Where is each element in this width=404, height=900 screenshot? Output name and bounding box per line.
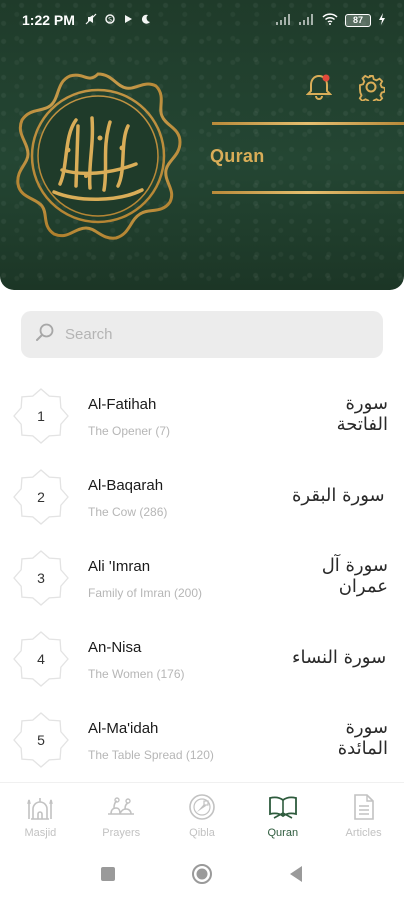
surah-row[interactable]: 4 An-Nisa The Women (176) سورة النساء xyxy=(0,623,404,704)
surah-name: Ali 'Imran xyxy=(88,558,151,575)
search-bar[interactable] xyxy=(21,311,383,358)
nav-item-prayers[interactable]: Prayers xyxy=(86,793,156,839)
gold-divider-bottom xyxy=(212,191,404,194)
settings-gear-icon[interactable] xyxy=(356,72,386,102)
signal-2-icon xyxy=(299,12,315,28)
surah-translation: The Cow (286) xyxy=(88,505,168,519)
page-title: Quran xyxy=(210,146,265,166)
surah-number-badge: 4 xyxy=(13,631,69,687)
play-icon xyxy=(123,14,133,27)
surah-number: 2 xyxy=(37,489,45,505)
header: 1:22 PM S 87 Quran xyxy=(0,0,404,290)
search-icon xyxy=(35,322,55,347)
back-icon[interactable] xyxy=(284,862,308,886)
surah-translation: Family of Imran (200) xyxy=(88,586,203,600)
nav-item-articles[interactable]: Articles xyxy=(329,793,399,839)
surah-row[interactable]: 5 Al-Ma'idah The Table Spread (120) سورة ال… xyxy=(0,704,404,785)
surah-number-badge: 5 xyxy=(13,712,69,768)
nav-label-quran: Quran xyxy=(267,827,299,839)
surah-number: 1 xyxy=(37,408,45,424)
quran-book-icon xyxy=(268,793,298,821)
surah-name: Al-Fatihah xyxy=(88,396,157,413)
surah-arabic-calligraphy: سورة آل عمران xyxy=(321,555,388,597)
surah-row[interactable]: 3 Ali 'Imran Family of Imran (200) سورة آل … xyxy=(0,542,404,623)
surah-name: An-Nisa xyxy=(88,639,142,656)
nav-label-masjid: Masjid xyxy=(24,827,57,839)
surah-list: 1 Al-Fatihah The Opener (7) سورة الفاتحة 2 Al… xyxy=(0,380,404,785)
moon-icon xyxy=(141,14,151,27)
surah-arabic-calligraphy: سورة البقرة xyxy=(292,484,385,506)
header-actions xyxy=(304,72,386,102)
prayer-icon xyxy=(106,793,136,821)
wifi-icon xyxy=(322,12,338,28)
surah-number-badge: 1 xyxy=(13,388,69,444)
nav-label-articles: Articles xyxy=(345,827,382,839)
system-nav xyxy=(0,848,404,900)
surah-number: 5 xyxy=(37,732,45,748)
nav-item-quran[interactable]: Quran xyxy=(248,793,318,839)
status-system-icons: 87 xyxy=(276,12,386,28)
status-time: 1:22 PM xyxy=(22,12,75,28)
svg-text:S: S xyxy=(108,16,112,23)
surah-row[interactable]: 2 Al-Baqarah The Cow (286) سورة البقرة xyxy=(0,461,404,542)
surah-arabic-calligraphy: سورة النساء xyxy=(292,646,387,668)
status-bar: 1:22 PM S 87 xyxy=(0,0,404,40)
status-notification-icons: S xyxy=(85,13,151,28)
gold-divider-top xyxy=(212,122,404,125)
battery-icon: 87 xyxy=(345,13,371,27)
surah-number: 3 xyxy=(37,570,45,586)
mosque-icon xyxy=(25,793,55,821)
surah-number-badge: 3 xyxy=(13,550,69,606)
surah-row[interactable]: 1 Al-Fatihah The Opener (7) سورة الفاتحة xyxy=(0,380,404,461)
charging-icon xyxy=(378,12,386,28)
data-icon: S xyxy=(105,13,115,28)
surah-number-badge: 2 xyxy=(13,469,69,525)
surah-name: Al-Baqarah xyxy=(88,477,164,494)
nav-item-qibla[interactable]: Qibla xyxy=(167,793,237,839)
nav-label-prayers: Prayers xyxy=(102,827,141,839)
home-icon[interactable] xyxy=(190,862,214,886)
surah-arabic-calligraphy: سورة الفاتحة xyxy=(336,393,388,435)
surah-name: Al-Ma'idah xyxy=(88,720,159,737)
mute-icon xyxy=(85,13,97,28)
document-icon xyxy=(349,793,379,821)
surah-translation: The Women (176) xyxy=(88,667,185,681)
search-input[interactable] xyxy=(65,326,365,343)
surah-arabic-calligraphy: سورة المائدة xyxy=(337,717,388,759)
recents-icon[interactable] xyxy=(96,862,120,886)
bottom-nav: Masjid Prayers Qibla Quran Articles xyxy=(0,782,404,848)
surah-translation: The Table Spread (120) xyxy=(88,748,214,762)
quran-emblem xyxy=(12,70,184,242)
signal-icon xyxy=(276,12,292,28)
nav-label-qibla: Qibla xyxy=(189,827,215,839)
surah-number: 4 xyxy=(37,651,45,667)
notification-bell-icon[interactable] xyxy=(304,72,334,102)
surah-translation: The Opener (7) xyxy=(88,424,171,438)
compass-icon xyxy=(187,793,217,821)
nav-item-masjid[interactable]: Masjid xyxy=(5,793,75,839)
